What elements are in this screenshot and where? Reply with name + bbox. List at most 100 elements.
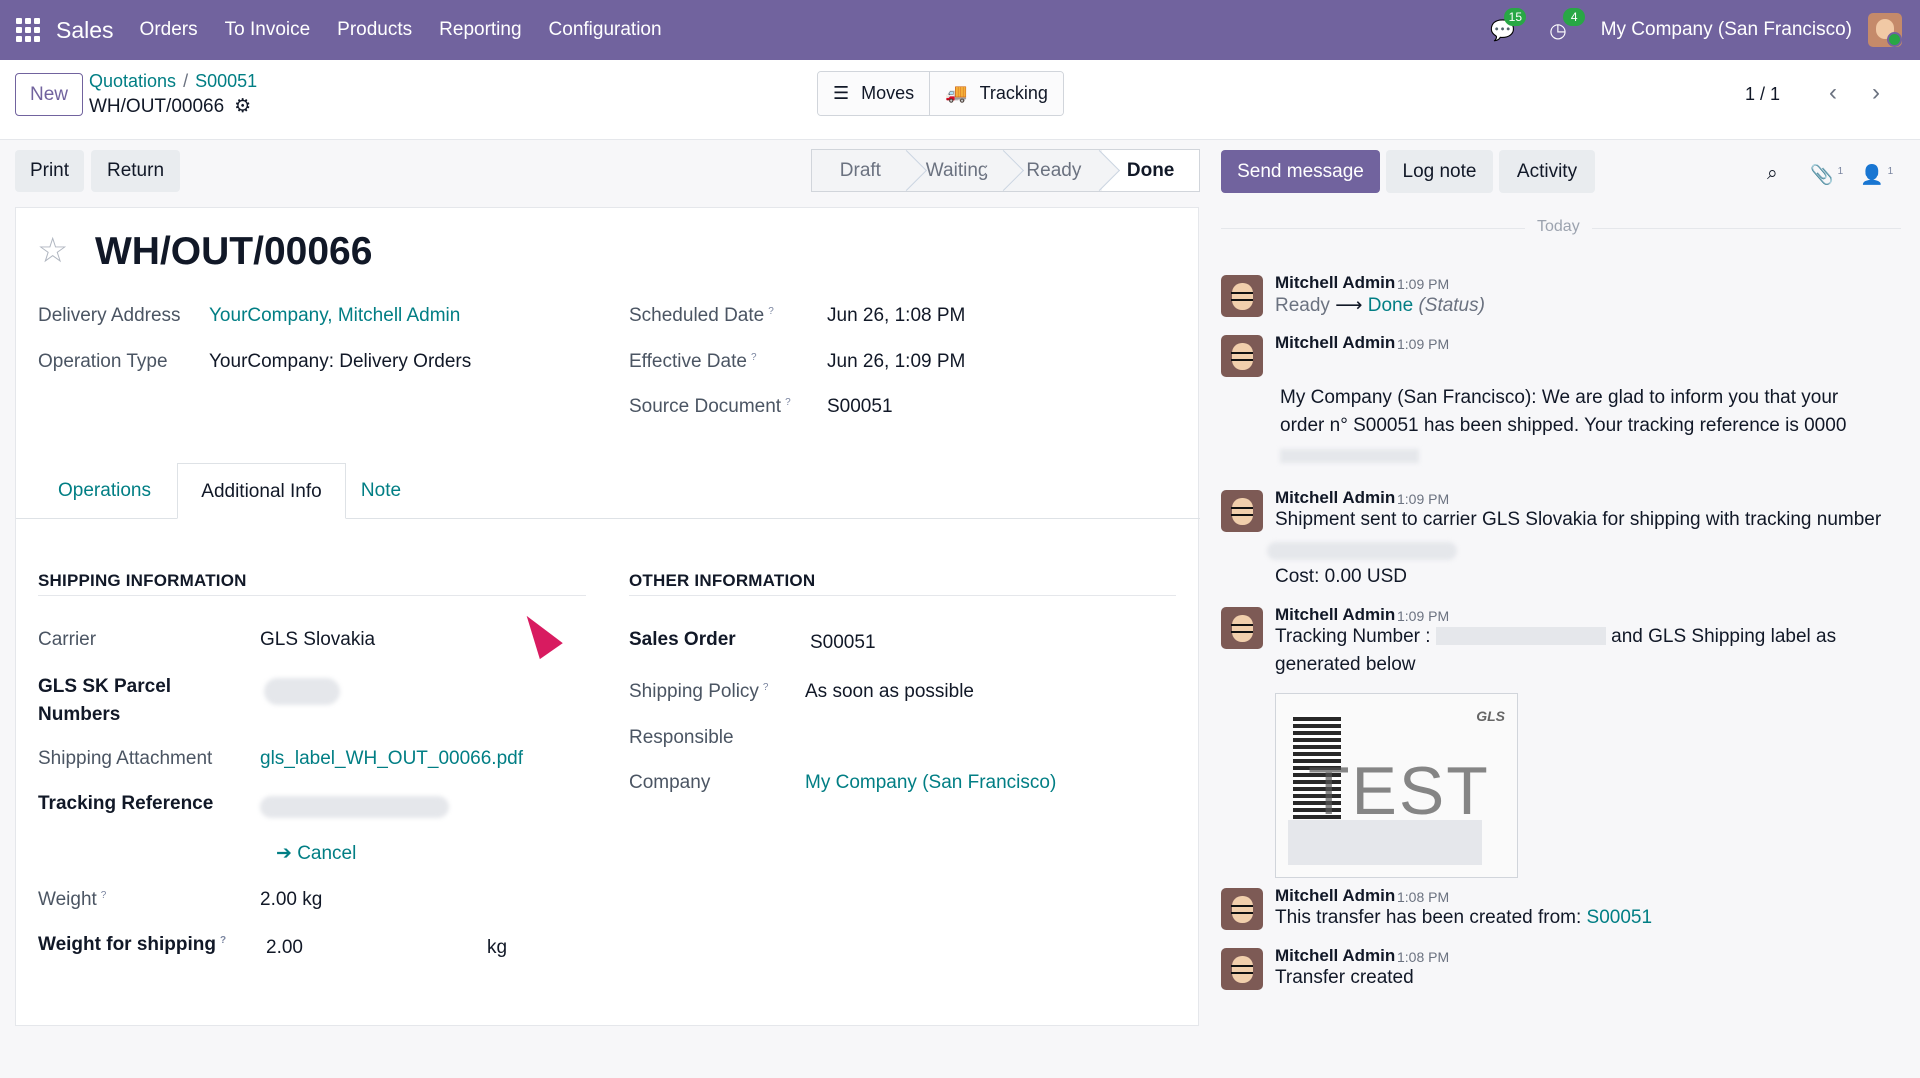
record-pager: 1 / 1 xyxy=(1744,84,1780,104)
send-message-button[interactable]: Send message xyxy=(1221,150,1380,193)
search-icon[interactable]: ⌕ xyxy=(1767,163,1778,185)
weight-for-shipping-unit: kg xyxy=(487,937,508,958)
redacted-tracking-reference xyxy=(260,796,449,818)
company-switcher[interactable]: My Company (San Francisco) xyxy=(1601,19,1852,41)
breadcrumb-quotations[interactable]: Quotations xyxy=(89,71,176,91)
followers-icon[interactable]: 👤 1 xyxy=(1860,163,1893,187)
delivery-address-link[interactable]: YourCompany, Mitchell Admin xyxy=(209,305,460,327)
message-author[interactable]: Mitchell Admin xyxy=(1275,605,1395,625)
action-row: Print Return Draft Waiting Ready Done Se… xyxy=(0,140,1920,200)
tab-additional-info[interactable]: Additional Info xyxy=(177,463,346,519)
new-button[interactable]: New xyxy=(15,73,83,116)
return-button[interactable]: Return xyxy=(91,150,180,192)
other-section-title: OTHER INFORMATION xyxy=(629,571,816,590)
cancel-shipment-link[interactable]: ➔ Cancel xyxy=(276,842,356,865)
control-panel: New Quotations / S00051 WH/OUT/00066 ⚙ ☰ Mo… xyxy=(0,60,1920,140)
menu-orders[interactable]: Orders xyxy=(140,19,198,41)
breadcrumb: Quotations / S00051 xyxy=(89,71,257,92)
user-avatar[interactable] xyxy=(1868,13,1902,47)
activities-icon[interactable]: ◷ 4 xyxy=(1549,7,1586,43)
previous-record-icon[interactable]: ‹ xyxy=(1813,74,1853,114)
status-draft[interactable]: Draft xyxy=(812,150,909,191)
message-time: 1:09 PM xyxy=(1397,276,1450,292)
menu-configuration[interactable]: Configuration xyxy=(549,19,662,41)
tab-operations[interactable]: Operations xyxy=(45,463,164,519)
shipping-policy-label: Shipping Policy? xyxy=(629,681,769,702)
company-label: Company xyxy=(629,772,711,793)
message-author[interactable]: Mitchell Admin xyxy=(1275,886,1395,906)
today-label: Today xyxy=(1525,218,1592,236)
menu-to-invoice[interactable]: To Invoice xyxy=(225,19,311,41)
message-author[interactable]: Mitchell Admin xyxy=(1275,488,1395,508)
app-name[interactable]: Sales xyxy=(56,17,114,44)
messages-count-badge: 15 xyxy=(1504,7,1527,26)
shipping-attachment-link[interactable]: gls_label_WH_OUT_00066.pdf xyxy=(260,748,523,770)
arrow-right-icon: ⟶ xyxy=(1335,295,1363,316)
source-order-link[interactable]: S00051 xyxy=(1587,907,1653,928)
source-document-value[interactable]: S00051 xyxy=(827,396,893,418)
breadcrumb-separator: / xyxy=(183,71,189,91)
redacted-carrier-tracking xyxy=(1267,542,1457,560)
top-navigation-bar: Sales Orders To Invoice Products Reporti… xyxy=(0,0,1920,60)
next-record-icon[interactable]: › xyxy=(1856,74,1896,114)
author-avatar xyxy=(1221,607,1263,649)
print-button[interactable]: Print xyxy=(15,150,84,192)
message-time: 1:09 PM xyxy=(1397,608,1450,624)
tab-note[interactable]: Note xyxy=(350,463,412,519)
company-link[interactable]: My Company (San Francisco) xyxy=(805,772,1056,794)
activity-button[interactable]: Activity xyxy=(1499,150,1595,193)
sales-order-value[interactable]: S00051 xyxy=(810,632,876,654)
record-name: WH/OUT/00066 xyxy=(89,95,225,117)
tracking-reference-label: Tracking Reference xyxy=(38,793,214,814)
cancel-label: Cancel xyxy=(297,843,357,864)
message-time: 1:08 PM xyxy=(1397,889,1450,905)
favorite-star-icon[interactable]: ☆ xyxy=(37,231,68,271)
message-body: Shipment sent to carrier GLS Slovakia fo… xyxy=(1275,509,1882,530)
redacted-parcel-numbers xyxy=(264,678,340,705)
shipping-label-image[interactable]: GLS TEST xyxy=(1275,693,1518,878)
other-divider xyxy=(629,595,1176,596)
parcel-numbers-label: GLS SK Parcel Numbers xyxy=(38,676,172,725)
menu-reporting[interactable]: Reporting xyxy=(439,19,521,41)
author-avatar xyxy=(1221,948,1263,990)
status-change-text: Ready ⟶ Done (Status) xyxy=(1275,295,1485,316)
messages-icon[interactable]: 💬 15 xyxy=(1490,7,1527,43)
transfer-form: ☆ WH/OUT/00066 Delivery Address YourComp… xyxy=(15,207,1200,1026)
top-right-tools: 💬 15 ◷ 4 My Company (San Francisco) xyxy=(1490,0,1902,60)
message-time: 1:08 PM xyxy=(1397,949,1450,965)
shipping-section-title: SHIPPING INFORMATION xyxy=(38,571,247,590)
shipping-policy-value[interactable]: As soon as possible xyxy=(805,681,974,703)
scheduled-date-value[interactable]: Jun 26, 1:08 PM xyxy=(827,305,965,327)
log-note-button[interactable]: Log note xyxy=(1386,150,1493,193)
source-document-label: Source Document? xyxy=(629,396,791,417)
gls-logo: GLS xyxy=(1476,708,1505,724)
responsible-label: Responsible xyxy=(629,727,734,748)
tracking-button[interactable]: 🚚 Tracking xyxy=(929,72,1063,115)
message-body: Transfer created xyxy=(1275,967,1414,988)
form-title: WH/OUT/00066 xyxy=(95,230,373,273)
attachment-icon[interactable]: 📎 1 xyxy=(1810,163,1843,187)
message-body: This transfer has been created from: S00… xyxy=(1275,907,1653,928)
tracking-label: Tracking xyxy=(979,83,1048,103)
breadcrumb-sale-order[interactable]: S00051 xyxy=(195,71,257,91)
effective-date-label: Effective Date? xyxy=(629,351,757,372)
message-author[interactable]: Mitchell Admin xyxy=(1275,946,1395,966)
apps-menu-icon[interactable] xyxy=(16,18,40,42)
moves-label: Moves xyxy=(861,83,915,103)
activities-count-badge: 4 xyxy=(1563,7,1586,26)
message-author[interactable]: Mitchell Admin xyxy=(1275,333,1395,353)
operation-type-value[interactable]: YourCompany: Delivery Orders xyxy=(209,351,471,373)
author-avatar xyxy=(1221,335,1263,377)
sales-order-label: Sales Order xyxy=(629,629,736,650)
moves-button[interactable]: ☰ Moves xyxy=(818,72,930,115)
test-watermark: TEST xyxy=(1308,753,1490,829)
carrier-value[interactable]: GLS Slovakia xyxy=(260,629,375,651)
weight-for-shipping-input[interactable]: 2.00 xyxy=(266,937,484,959)
gear-icon[interactable]: ⚙ xyxy=(234,95,251,118)
menu-products[interactable]: Products xyxy=(337,19,412,41)
author-avatar xyxy=(1221,888,1263,930)
scheduled-date-label: Scheduled Date? xyxy=(629,305,774,326)
message-author[interactable]: Mitchell Admin xyxy=(1275,273,1395,293)
label-redacted-block xyxy=(1288,820,1482,865)
form-tabs: Operations Additional Info Note xyxy=(16,463,1200,519)
